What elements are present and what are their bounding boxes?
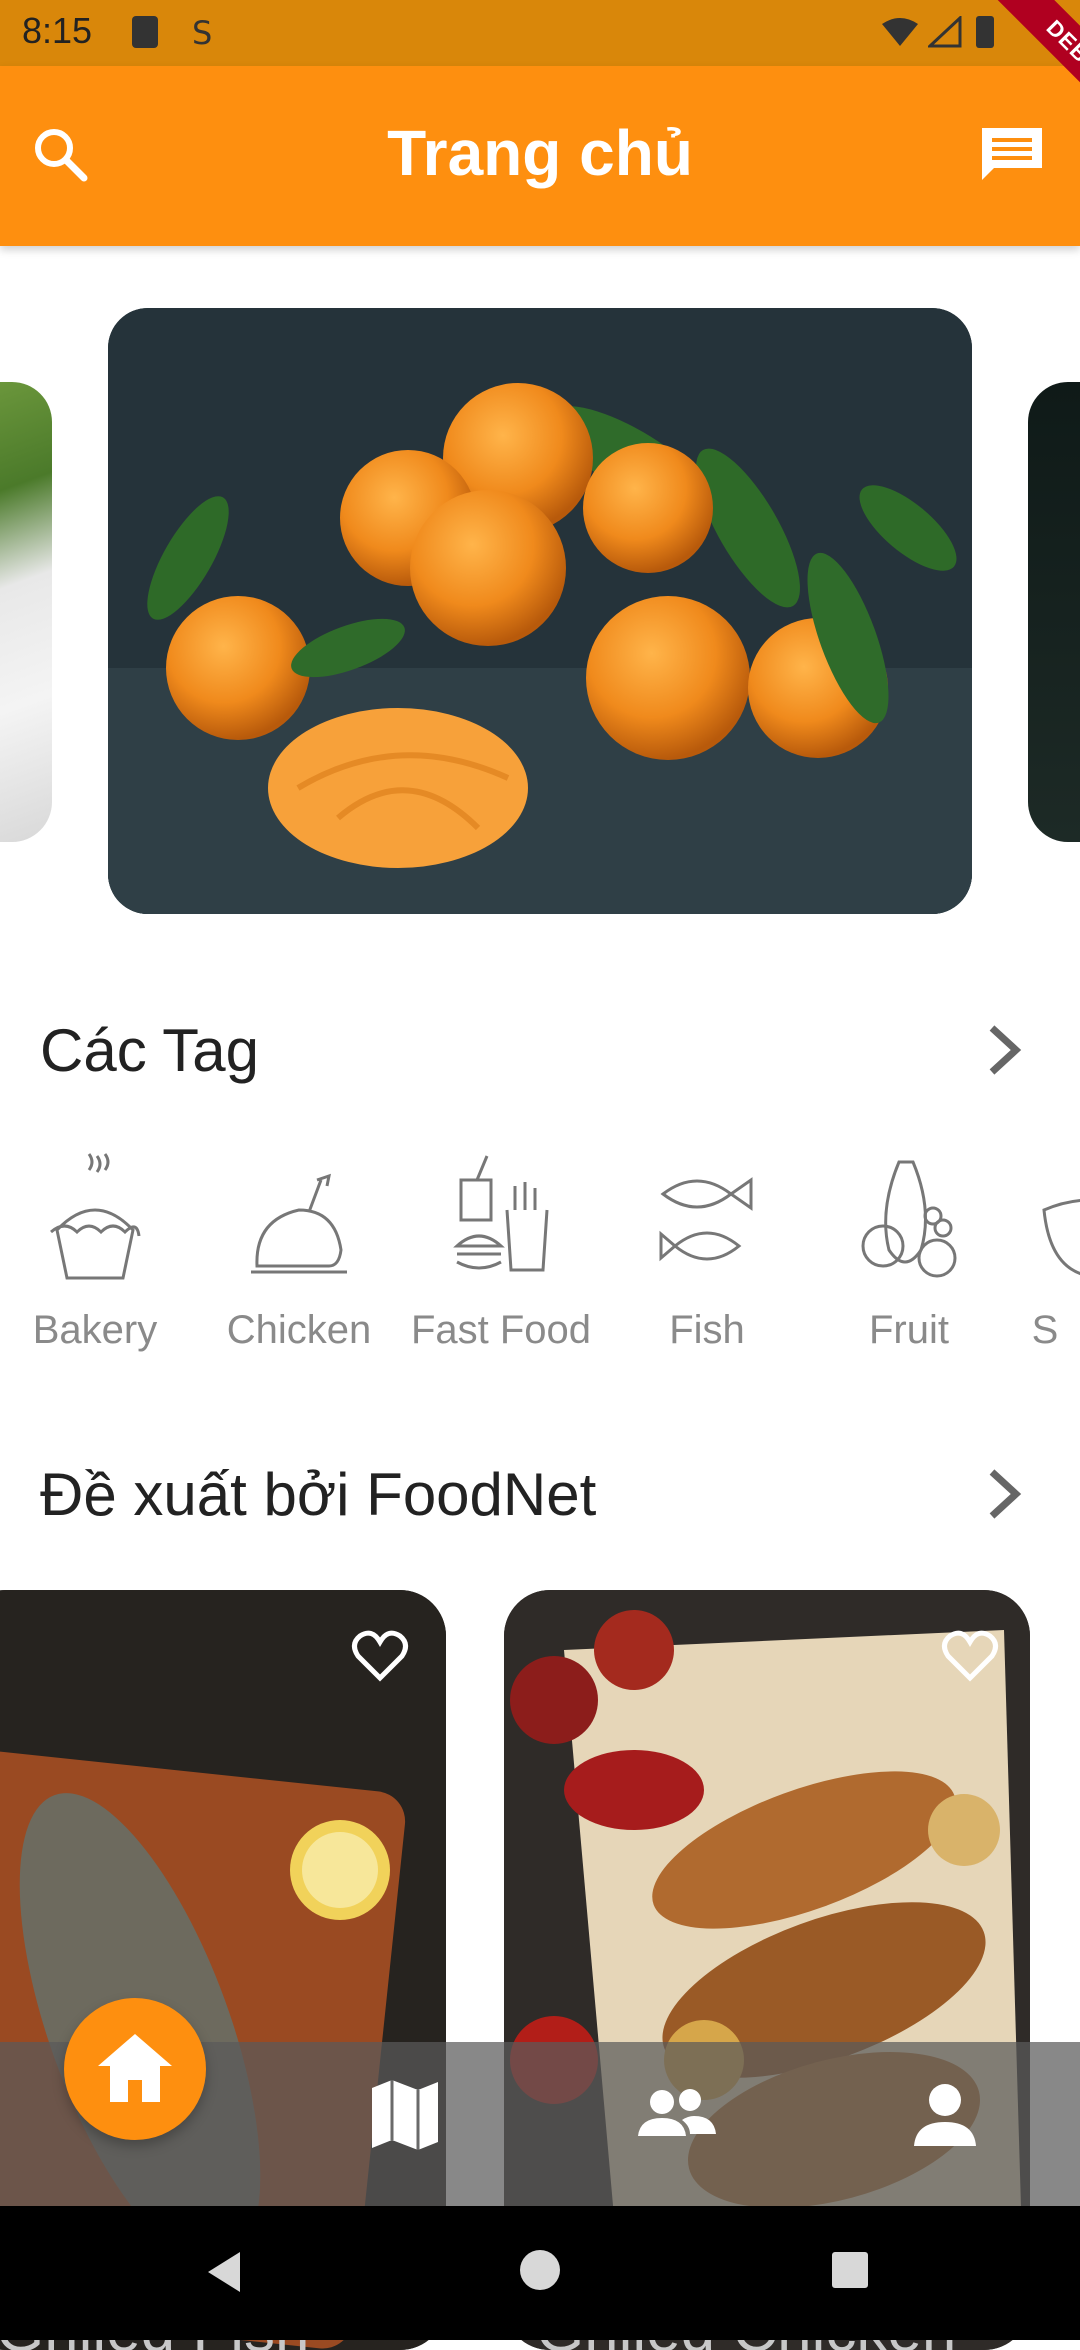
- nav-home-button[interactable]: [64, 1998, 206, 2140]
- signal-icon: [926, 14, 962, 48]
- favorite-button[interactable]: [940, 1626, 1000, 1686]
- home-icon: [98, 2034, 172, 2102]
- nav-people-button[interactable]: [632, 2072, 718, 2158]
- cake-icon: [50, 1153, 141, 1280]
- fast-food-icon: [453, 1155, 549, 1272]
- tag-chicken[interactable]: Chicken: [204, 1140, 394, 1370]
- tag-label: S: [1031, 1308, 1059, 1352]
- fruit-icon: [861, 1160, 957, 1278]
- tag-label: Chicken: [226, 1308, 372, 1352]
- roast-chicken-icon: [251, 1173, 347, 1274]
- chat-icon: [982, 128, 1042, 180]
- tag-label: Bakery: [32, 1308, 158, 1352]
- page-title: Trang chủ: [387, 117, 693, 189]
- tag-label: Fast Food: [410, 1308, 592, 1352]
- carousel-item-salad-image[interactable]: [0, 382, 52, 842]
- tag-fast-food[interactable]: Fast Food: [406, 1140, 596, 1370]
- recommended-section-title: Đề xuất bởi FoodNet: [40, 1461, 597, 1528]
- heart-outline-icon: [352, 1630, 408, 1682]
- app-bar: Trang chủ: [0, 66, 1080, 246]
- people-icon: [638, 2089, 716, 2136]
- fish-icon: [659, 1177, 753, 1262]
- soup-icon: [1042, 1198, 1080, 1275]
- nav-map-button[interactable]: [362, 2072, 448, 2158]
- person-icon: [914, 2084, 976, 2146]
- nav-profile-button[interactable]: [902, 2072, 988, 2158]
- favorite-button[interactable]: [350, 1626, 410, 1686]
- heart-outline-icon: [942, 1630, 998, 1682]
- recents-icon[interactable]: [830, 2250, 870, 2290]
- wifi-icon: [880, 16, 918, 46]
- tag-fruit[interactable]: Fruit: [814, 1140, 1004, 1370]
- tags-more-button[interactable]: [980, 1020, 1028, 1080]
- search-icon: [35, 129, 88, 182]
- back-icon[interactable]: [200, 2246, 248, 2298]
- home-circle-icon[interactable]: [518, 2248, 562, 2292]
- tag-bakery[interactable]: Bakery: [0, 1140, 190, 1370]
- system-navigation-bar: [0, 2206, 1080, 2340]
- tag-fish[interactable]: Fish: [612, 1140, 802, 1370]
- tag-soup[interactable]: S: [1010, 1140, 1080, 1370]
- battery-icon: [976, 16, 994, 48]
- chevron-right-icon: [989, 1025, 1022, 1075]
- svg-text:S: S: [192, 16, 212, 48]
- sync-icon: S: [190, 14, 220, 52]
- map-icon: [372, 2080, 438, 2150]
- tags-section-title: Các Tag: [40, 1017, 260, 1084]
- tag-label: Fish: [669, 1308, 745, 1352]
- tangerines-image: [108, 308, 972, 914]
- recommended-more-button[interactable]: [980, 1464, 1028, 1524]
- chat-button[interactable]: [976, 120, 1048, 192]
- chevron-right-icon: [989, 1469, 1022, 1519]
- sd-card-icon: [132, 16, 158, 48]
- carousel-item-dark-plate-image[interactable]: [1028, 382, 1080, 842]
- search-button[interactable]: [26, 120, 98, 192]
- tag-label: Fruit: [869, 1308, 949, 1352]
- carousel-item-tangerines-image[interactable]: [108, 308, 972, 914]
- status-time: 8:15: [22, 10, 93, 51]
